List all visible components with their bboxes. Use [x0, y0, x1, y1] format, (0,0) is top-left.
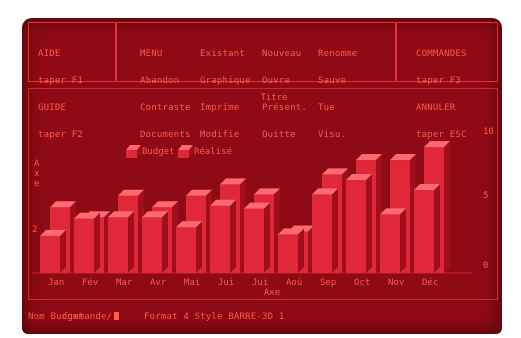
bar-budget-4	[176, 221, 202, 273]
cursor	[114, 312, 120, 320]
status-bar: commande/ Nom Budget Format 4 Style BARR…	[22, 300, 502, 332]
crt-screen: AIDE taper F1 GUIDE taper F2 MENU Abando…	[22, 18, 502, 334]
x-tick-label: Fév	[82, 277, 98, 288]
format-info: Format 4 Style BARRE-3D 1	[144, 312, 285, 322]
bar-budget-3	[142, 211, 168, 273]
y-axis-left-tick: 2	[32, 225, 37, 235]
legend-budget-swatch	[126, 145, 141, 158]
x-tick-label: Jui	[252, 278, 268, 288]
x-tick-label: Jan	[48, 278, 64, 288]
y-axis-label: Axe	[34, 159, 40, 189]
file-name: Nom Budget	[28, 312, 85, 322]
x-tick-label: Déc	[422, 277, 438, 288]
bar-budget-1	[74, 212, 100, 273]
x-tick-label: Sep	[320, 278, 336, 288]
x-tick-label: Jui	[218, 278, 234, 288]
x-tick-label: Mar	[116, 278, 133, 288]
x-tick-label: Aoû	[286, 278, 302, 288]
x-tick-labels: Jan Fév Mar Avr Mai Jui Jui Aoû Sep Oct Nov Déc	[48, 277, 438, 288]
menu-title: MENU	[140, 49, 163, 59]
bar-budget-10	[380, 208, 406, 273]
bar-budget-6	[244, 202, 270, 273]
bar-budget-0	[40, 229, 66, 273]
x-tick-label: Avr	[150, 278, 167, 288]
help-label: AIDE	[38, 49, 61, 59]
legend: Budget Réalisé	[126, 145, 232, 158]
bar-budget-7	[278, 228, 304, 273]
legend-realise-swatch	[178, 145, 193, 158]
bar-budget-8	[312, 188, 338, 273]
commands-label: COMMANDES	[416, 49, 467, 59]
chart-title: Titre	[260, 93, 287, 103]
bars-group	[40, 141, 450, 273]
x-tick-label: Mai	[184, 278, 200, 288]
legend-budget-label: Budget	[142, 147, 175, 157]
bar-budget-2	[108, 211, 134, 273]
y-tick-bottom: 0	[483, 261, 488, 271]
bar-budget-5	[210, 199, 236, 273]
x-tick-label: Oct	[354, 278, 370, 288]
menu-item-nouveau[interactable]: Nouveau	[262, 50, 307, 59]
bar-chart-3d: Titre Budget Réalisé Axe 2 10 5 0 Jan Fév…	[32, 93, 494, 298]
y-tick-mid: 5	[483, 191, 488, 201]
menu-item-existant[interactable]: Existant	[200, 50, 251, 59]
bar-budget-11	[414, 184, 440, 273]
menu-bar: AIDE taper F1 GUIDE taper F2 MENU Abando…	[22, 18, 502, 140]
x-tick-label: Nov	[388, 278, 404, 288]
legend-realise-label: Réalisé	[194, 146, 232, 157]
y-tick-top: 10	[483, 127, 494, 137]
menu-item-renomme[interactable]: Renomme	[318, 50, 357, 59]
x-axis-label: Axe	[264, 288, 280, 298]
bar-budget-9	[346, 174, 372, 273]
